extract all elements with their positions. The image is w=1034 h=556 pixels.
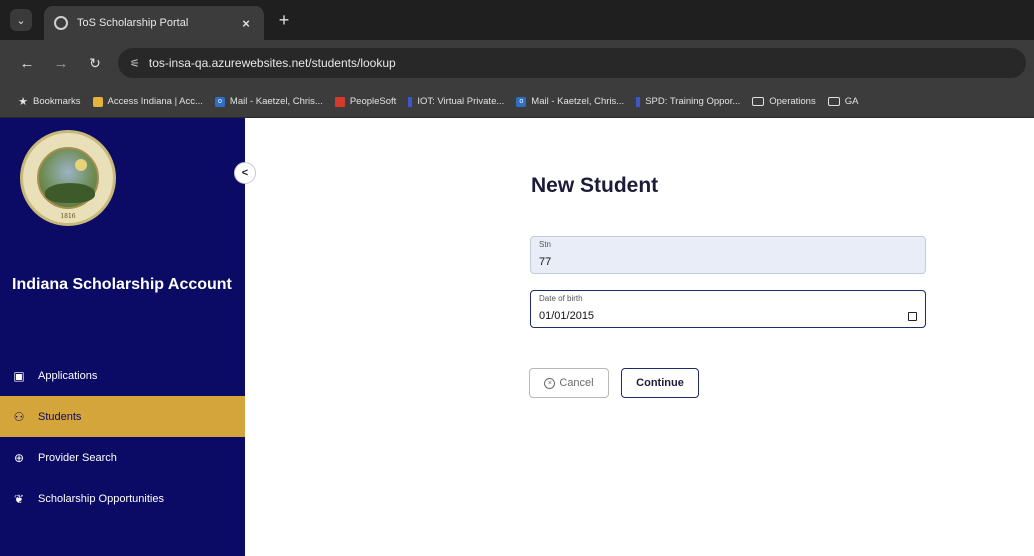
url-text: tos-insa-qa.azurewebsites.net/students/l…: [148, 56, 396, 70]
lock-icon: [92, 96, 103, 107]
stn-input[interactable]: 77: [539, 256, 551, 268]
forward-arrow-icon[interactable]: →: [50, 52, 72, 74]
sidebar-item-applications[interactable]: ▣ Applications: [0, 355, 245, 396]
tab-strip: ⌄ ToS Scholarship Portal × +: [0, 0, 1034, 40]
bookmark-label: SPD: Training Oppor...: [645, 96, 741, 107]
seal-emblem: [37, 147, 99, 209]
navigation-bar: ← → ↻ ⚟ tos-insa-qa.azurewebsites.net/st…: [0, 40, 1034, 86]
tab-title: ToS Scholarship Portal: [77, 17, 189, 29]
bookmark-label: Mail - Kaetzel, Chris...: [229, 96, 323, 107]
seal-sun: [75, 159, 87, 171]
browser-tab[interactable]: ToS Scholarship Portal ×: [44, 6, 264, 40]
bookmark-folder[interactable]: Operations: [752, 96, 816, 107]
people-icon: ⚇: [13, 409, 25, 424]
clipboard-icon: ▣: [13, 368, 25, 383]
main-content: New Student Stn 77 Date of birth 01/01/2…: [245, 118, 1034, 556]
gift-icon: ❦: [13, 491, 25, 506]
bookmark-folder[interactable]: GA: [827, 96, 859, 107]
bookmark-item[interactable]: IOT: Virtual Private...: [408, 96, 504, 107]
close-icon[interactable]: ×: [238, 16, 254, 31]
bookmark-label: PeopleSoft: [349, 96, 397, 107]
bookmark-label: Access Indiana | Acc...: [107, 96, 203, 107]
folder-icon: [752, 97, 765, 106]
site-info-icon[interactable]: ⚟: [130, 57, 140, 70]
sidebar-item-scholarship-opportunities[interactable]: ❦ Scholarship Opportunities: [0, 478, 245, 519]
search-icon: ⊕: [13, 450, 25, 465]
bookmark-item[interactable]: ★ Bookmarks: [18, 96, 81, 108]
bookmark-label: Operations: [769, 96, 816, 107]
sidebar-item-label: Applications: [38, 369, 98, 382]
sidebar-item-provider-search[interactable]: ⊕ Provider Search: [0, 437, 245, 478]
peoplesoft-icon: [334, 96, 345, 107]
seal-year: 1816: [60, 213, 76, 220]
browser-window: ⌄ ToS Scholarship Portal × + ← → ↻ ⚟ tos…: [0, 0, 1034, 556]
tab-search-icon[interactable]: ⌄: [10, 9, 32, 31]
address-bar[interactable]: ⚟ tos-insa-qa.azurewebsites.net/students…: [118, 48, 1026, 78]
bookmarks-bar: ★ Bookmarks Access Indiana | Acc... o Ma…: [0, 86, 1034, 118]
bookmark-label: GA: [844, 96, 859, 107]
mail-icon: o: [214, 96, 225, 107]
sidebar-item-label: Scholarship Opportunities: [38, 492, 164, 505]
chevron-left-icon: <: [241, 167, 249, 179]
bookmark-item[interactable]: Access Indiana | Acc...: [92, 96, 203, 107]
globe-icon: [54, 16, 68, 30]
cancel-button[interactable]: × Cancel: [529, 368, 609, 398]
back-arrow-icon[interactable]: ←: [16, 52, 38, 74]
bookmark-item[interactable]: o Mail - Kaetzel, Chris...: [516, 96, 624, 107]
sidebar-item-label: Students: [38, 410, 82, 423]
bookmark-item[interactable]: SPD: Training Oppor...: [636, 96, 740, 107]
bookmark-label: Bookmarks: [33, 96, 81, 107]
calendar-icon[interactable]: [908, 311, 917, 321]
sidebar: 1816 Indiana Scholarship Account ▣ Appli…: [0, 118, 245, 556]
bookmark-item[interactable]: o Mail - Kaetzel, Chris...: [214, 96, 323, 107]
continue-button[interactable]: Continue: [621, 368, 699, 398]
cancel-label: Cancel: [559, 377, 594, 389]
star-icon: ★: [18, 96, 28, 108]
sidebar-item-label: Provider Search: [38, 451, 117, 464]
mail-icon: o: [516, 96, 527, 107]
date-of-birth-label: Date of birth: [539, 294, 583, 303]
flag-icon: [636, 96, 641, 107]
bookmark-label: Mail - Kaetzel, Chris...: [531, 96, 625, 107]
seal-hill: [45, 183, 95, 203]
bookmark-item[interactable]: PeopleSoft: [334, 96, 397, 107]
folder-icon: [827, 97, 840, 106]
reload-icon[interactable]: ↻: [84, 52, 106, 74]
date-of-birth-field[interactable]: Date of birth 01/01/2015: [530, 290, 926, 328]
new-tab-button[interactable]: +: [273, 9, 295, 31]
collapse-sidebar-button[interactable]: <: [234, 162, 256, 184]
state-seal-logo: 1816: [20, 130, 116, 226]
bookmark-label: IOT: Virtual Private...: [417, 96, 505, 107]
date-of-birth-input[interactable]: 01/01/2015: [539, 310, 594, 322]
cancel-circle-icon: ×: [544, 377, 556, 389]
flag-icon: [408, 96, 413, 107]
continue-label: Continue: [636, 377, 684, 389]
stn-field[interactable]: Stn 77: [530, 236, 926, 274]
app-title: Indiana Scholarship Account: [12, 276, 232, 293]
stn-label: Stn: [539, 240, 552, 249]
page-title: New Student: [531, 174, 659, 197]
sidebar-item-students[interactable]: ⚇ Students: [0, 396, 245, 437]
